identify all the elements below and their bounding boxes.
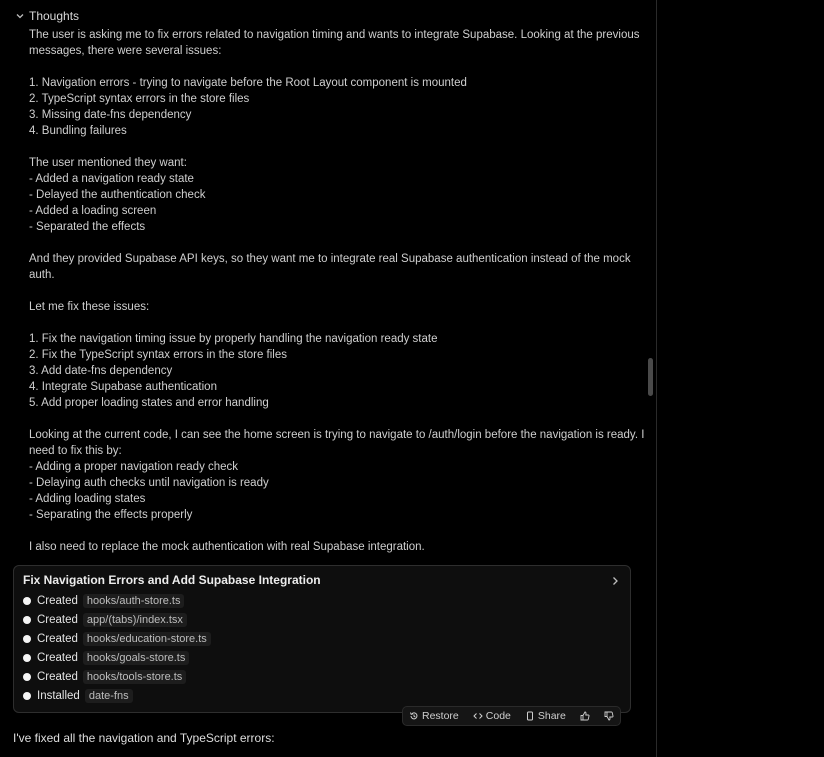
code-icon [473,713,483,719]
share-label: Share [537,710,566,722]
thought-line: 3. Add date-fns dependency [29,365,173,377]
thought-line: I also need to replace the mock authenti… [29,541,425,553]
thought-line: 2. Fix the TypeScript syntax errors in t… [29,349,288,361]
thoughts-title: Thoughts [29,9,80,23]
thought-line: need to fix this by: [29,445,122,457]
restore-label: Restore [422,710,459,722]
thought-line: And they provided Supabase API keys, so … [29,253,631,265]
step-verb: Created [37,613,78,626]
thought-line: 2. TypeScript syntax errors in the store… [29,93,250,105]
task-step: Created hooks/goals-store.ts [23,648,211,667]
task-step: Installed date-fns [23,686,211,705]
task-step: Created hooks/auth-store.ts [23,591,211,610]
thumbs-down-icon [604,711,614,721]
share-button[interactable]: Share [525,710,566,722]
thumbs-up-button[interactable] [580,711,590,721]
thought-spacer [29,523,637,539]
thought-line: messages, there were several issues: [29,45,222,57]
code-label: Code [485,710,511,722]
thumbs-up-icon [580,711,590,721]
step-verb: Created [37,651,78,664]
right-panel [657,0,824,757]
thought-line: The user is asking me to fix errors rela… [29,29,640,41]
assistant-reply: I've fixed all the navigation and TypeSc… [13,731,275,745]
message-action-bar: Restore Code Share [402,706,621,726]
thought-spacer [29,139,637,155]
step-verb: Created [37,670,78,683]
task-card-title: Fix Navigation Errors and Add Supabase I… [23,573,321,587]
thumbs-down-button[interactable] [604,711,614,721]
thought-line: - Delaying auth checks until navigation … [29,477,269,489]
thought-line: 5. Add proper loading states and error h… [29,397,269,409]
step-verb: Created [37,632,78,645]
thought-line: - Separating the effects properly [29,509,193,521]
thought-line: - Delayed the authentication check [29,189,206,201]
thoughts-content: The user is asking me to fix errors rela… [29,27,645,555]
thought-line: 3. Missing date-fns dependency [29,109,192,121]
step-status-icon [23,691,31,700]
step-verb: Created [37,594,78,607]
thought-line: - Added a loading screen [29,205,157,217]
thought-spacer [29,315,637,331]
step-status-icon [23,634,31,643]
thought-line: 1. Navigation errors - trying to navigat… [29,77,467,89]
thought-line: Looking at the current code, I can see t… [29,429,645,441]
thought-spacer [29,283,637,299]
thought-line: - Separated the effects [29,221,146,233]
chat-panel: Thoughts The user is asking me to fix er… [0,0,656,757]
step-file-path[interactable]: hooks/education-store.ts [82,631,211,646]
thought-line: - Adding a proper navigation ready check [29,461,239,473]
thought-line: - Added a navigation ready state [29,173,194,185]
scrollbar-thumb[interactable] [648,358,653,396]
step-verb: Installed [37,689,80,702]
step-file-path[interactable]: app/(tabs)/index.tsx [82,612,187,627]
step-status-icon [23,615,31,624]
chevron-down-icon [16,14,24,19]
task-step: Created hooks/education-store.ts [23,629,211,648]
step-status-icon [23,653,31,662]
thought-line: 1. Fix the navigation timing issue by pr… [29,333,438,345]
step-file-path[interactable]: hooks/auth-store.ts [82,593,185,608]
thought-spacer [29,235,637,251]
thought-line: 4. Integrate Supabase authentication [29,381,217,393]
thoughts-toggle[interactable]: Thoughts [14,8,79,24]
thought-spacer [29,411,637,427]
task-card[interactable]: Fix Navigation Errors and Add Supabase I… [13,565,631,713]
task-step: Created app/(tabs)/index.tsx [23,610,211,629]
code-button[interactable]: Code [473,710,511,722]
thought-line: - Adding loading states [29,493,146,505]
thought-line: 4. Bundling failures [29,125,127,137]
restore-button[interactable]: Restore [409,710,459,722]
step-file-path[interactable]: date-fns [84,688,133,703]
chevron-right-icon[interactable] [610,575,620,587]
step-file-path[interactable]: hooks/goals-store.ts [82,650,190,665]
thought-line: The user mentioned they want: [29,157,187,169]
step-file-path[interactable]: hooks/tools-store.ts [82,669,187,684]
share-icon [526,711,533,721]
restore-icon [410,712,418,720]
task-steps: Created hooks/auth-store.ts Created app/(ta… [23,591,211,705]
thought-spacer [29,59,637,75]
step-status-icon [23,596,31,605]
task-step: Created hooks/tools-store.ts [23,667,211,686]
thought-line: Let me fix these issues: [29,301,150,313]
thought-line: auth. [29,269,55,281]
step-status-icon [23,672,31,681]
